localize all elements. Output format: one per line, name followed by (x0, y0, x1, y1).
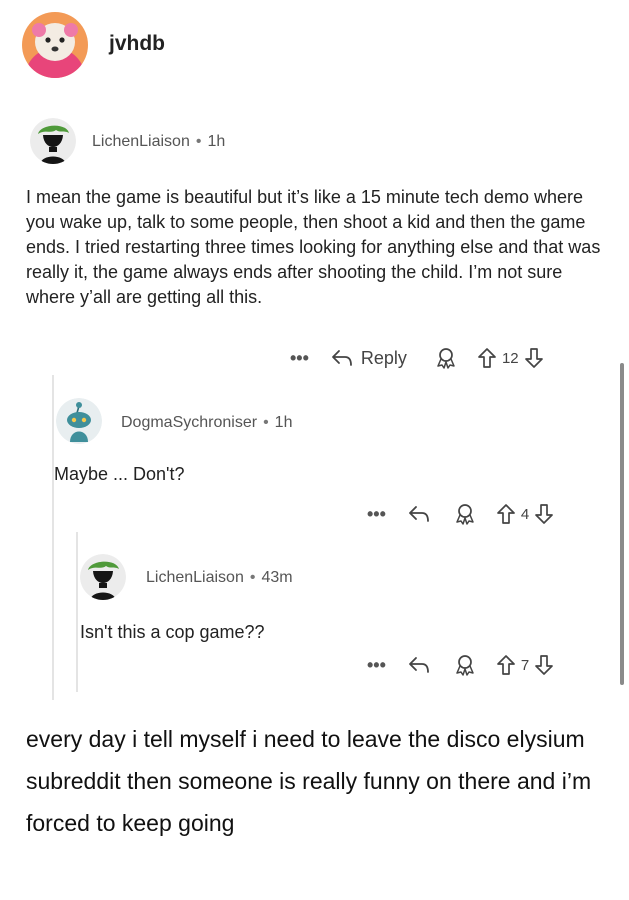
comment-author[interactable]: LichenLiaison (92, 133, 190, 150)
post-username[interactable]: jvhdb (109, 32, 165, 56)
downvote-arrow-icon[interactable] (534, 654, 554, 676)
comment-body: Maybe ... Don't? (54, 464, 185, 484)
reply-button[interactable]: Reply (331, 348, 407, 369)
comment-time: 1h (274, 414, 293, 431)
comment-actions: ••• 7 (367, 651, 554, 679)
meta-separator: • (195, 133, 202, 150)
upvote-arrow-icon[interactable] (496, 503, 516, 525)
comment-meta: LichenLiaison • 43m (146, 569, 293, 587)
more-dots-icon[interactable]: ••• (367, 655, 386, 676)
meta-separator: • (263, 414, 269, 431)
reply-arrow-icon[interactable] (408, 655, 430, 675)
vote-count: 4 (520, 505, 530, 523)
commenter-avatar[interactable] (30, 118, 76, 164)
comment-time: 1h (207, 133, 226, 150)
comment-actions: ••• Reply 12 (290, 344, 544, 372)
comment-actions: ••• 4 (367, 500, 554, 528)
comment-meta: DogmaSychroniser • 1h (121, 414, 292, 432)
award-icon[interactable] (435, 347, 457, 369)
comment-body: Isn't this a cop game?? (80, 622, 265, 642)
thread-line[interactable] (52, 375, 54, 700)
more-dots-icon[interactable]: ••• (367, 504, 386, 525)
award-icon[interactable] (454, 654, 476, 676)
comment-time: 43m (261, 569, 293, 586)
comment-body: I mean the game is beautiful but it’s li… (26, 187, 601, 307)
reply-label: Reply (360, 347, 407, 368)
comment-meta: LichenLiaison • 1h (92, 133, 225, 151)
downvote-arrow-icon[interactable] (524, 347, 544, 369)
meta-separator: • (249, 569, 256, 586)
scrollbar[interactable] (620, 363, 624, 685)
vote-count: 12 (501, 349, 519, 367)
more-dots-icon[interactable]: ••• (290, 348, 309, 369)
reply-arrow-icon (332, 350, 352, 366)
upvote-arrow-icon[interactable] (496, 654, 516, 676)
comment-author[interactable]: LichenLiaison (146, 569, 244, 586)
award-icon[interactable] (454, 503, 476, 525)
commenter-avatar[interactable] (80, 554, 126, 600)
post-caption: every day i tell myself i need to leave … (26, 726, 592, 836)
commenter-avatar[interactable] (56, 398, 102, 444)
vote-count: 7 (520, 656, 530, 674)
upvote-arrow-icon[interactable] (477, 347, 497, 369)
thread-line[interactable] (76, 532, 78, 692)
post-avatar[interactable] (22, 12, 88, 78)
reply-arrow-icon[interactable] (408, 504, 430, 524)
comment-author[interactable]: DogmaSychroniser (121, 414, 257, 431)
downvote-arrow-icon[interactable] (534, 503, 554, 525)
